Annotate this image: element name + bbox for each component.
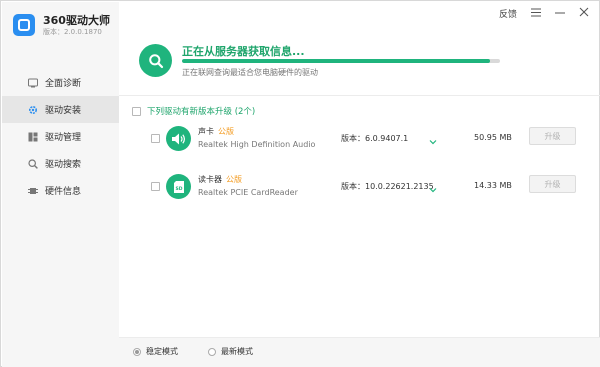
- menu-icon[interactable]: [531, 8, 541, 20]
- driver-checkbox[interactable]: [151, 134, 160, 143]
- select-all-checkbox[interactable]: [132, 106, 141, 116]
- sidebar-item-driver-install[interactable]: 驱动安装: [2, 96, 119, 123]
- driver-name-label: 读卡器: [198, 175, 222, 184]
- sidebar-item-label: 驱动搜索: [45, 160, 82, 170]
- latest-mode-label: 最新模式: [221, 347, 253, 356]
- driver-version: 版本：10.0.22621.2135: [341, 182, 434, 191]
- window-controls: 反馈: [499, 7, 589, 20]
- sidebar-item-label: 全面诊断: [45, 79, 82, 89]
- driver-tag: 公版: [218, 127, 234, 136]
- divider: [119, 95, 600, 96]
- latest-mode-radio[interactable]: [208, 347, 216, 356]
- driver-row: 声卡 公版 Realtek High Definition Audio 版本：6.…: [119, 123, 600, 155]
- sidebar: 360驱动大师 版本：2.0.0.1870 全面诊断 驱动安装 驱动管理 驱动搜…: [2, 2, 119, 367]
- list-header: 下列驱动有新版本升级 (2个): [132, 105, 255, 117]
- gear-icon: [28, 105, 38, 115]
- driver-checkbox[interactable]: [151, 182, 160, 191]
- search-icon: [28, 158, 38, 169]
- status-title: 正在从服务器获取信息...: [182, 45, 305, 58]
- sd-card-icon: SD: [166, 174, 191, 199]
- sidebar-item-label: 驱动安装: [45, 106, 82, 116]
- sidebar-item-label: 驱动管理: [45, 133, 82, 143]
- app-title: 360驱动大师: [43, 13, 110, 27]
- speaker-icon: [166, 126, 191, 151]
- driver-description: Realtek High Definition Audio: [198, 140, 316, 149]
- driver-version: 版本：6.0.9407.1: [341, 134, 409, 143]
- diagnose-icon: [28, 78, 38, 88]
- upgrade-button[interactable]: 升级: [529, 175, 576, 193]
- stable-mode-radio[interactable]: [133, 347, 141, 356]
- app-window: 360驱动大师 版本：2.0.0.1870 全面诊断 驱动安装 驱动管理 驱动搜…: [0, 0, 600, 367]
- app-version: 版本：2.0.0.1870: [43, 27, 102, 36]
- sidebar-item-driver-manage[interactable]: 驱动管理: [2, 123, 119, 150]
- main-panel: 正在从服务器获取信息... 正在联网查询最适合您电脑硬件的驱动 下列驱动有新版本…: [119, 26, 600, 367]
- sidebar-item-hardware-info[interactable]: 硬件信息: [2, 177, 119, 204]
- status-subtitle: 正在联网查询最适合您电脑硬件的驱动: [182, 68, 318, 77]
- driver-description: Realtek PCIE CardReader: [198, 188, 298, 197]
- driver-row: SD 读卡器 公版 Realtek PCIE CardReader 版本：10.0…: [119, 171, 600, 203]
- driver-tag: 公版: [226, 175, 242, 184]
- stable-mode-option[interactable]: 稳定模式: [133, 346, 178, 357]
- driver-name: 读卡器 公版: [198, 174, 242, 185]
- driver-size: 50.95 MB: [474, 133, 512, 142]
- driver-size: 14.33 MB: [474, 181, 512, 190]
- sidebar-item-label: 硬件信息: [45, 187, 82, 197]
- upgrade-button[interactable]: 升级: [529, 127, 576, 145]
- feedback-link[interactable]: 反馈: [499, 7, 517, 20]
- sidebar-item-driver-search[interactable]: 驱动搜索: [2, 150, 119, 177]
- app-header: 360驱动大师 版本：2.0.0.1870: [13, 12, 110, 38]
- stable-mode-label: 稳定模式: [146, 347, 178, 356]
- app-logo-icon: [13, 14, 35, 36]
- mode-bar: 稳定模式 最新模式: [119, 337, 600, 367]
- close-icon[interactable]: [579, 7, 589, 20]
- grid-icon: [28, 132, 38, 142]
- minimize-icon[interactable]: [555, 8, 565, 20]
- progress-bar: [182, 59, 500, 63]
- chevron-down-icon[interactable]: [428, 180, 438, 193]
- mode-radio-group: 稳定模式 最新模式: [133, 346, 283, 357]
- chevron-down-icon[interactable]: [428, 132, 438, 145]
- chip-icon: [28, 186, 38, 196]
- driver-name-label: 声卡: [198, 127, 214, 136]
- sidebar-item-diagnose[interactable]: 全面诊断: [2, 69, 119, 96]
- progress-fill: [182, 59, 491, 63]
- driver-name: 声卡 公版: [198, 126, 234, 137]
- search-status-icon: [139, 44, 172, 77]
- list-header-label: 下列驱动有新版本升级 (2个): [147, 107, 256, 117]
- sidebar-nav: 全面诊断 驱动安装 驱动管理 驱动搜索 硬件信息: [2, 69, 119, 204]
- svg-text:SD: SD: [175, 186, 182, 192]
- status-area: 正在从服务器获取信息... 正在联网查询最适合您电脑硬件的驱动: [139, 39, 599, 91]
- latest-mode-option[interactable]: 最新模式: [208, 346, 253, 357]
